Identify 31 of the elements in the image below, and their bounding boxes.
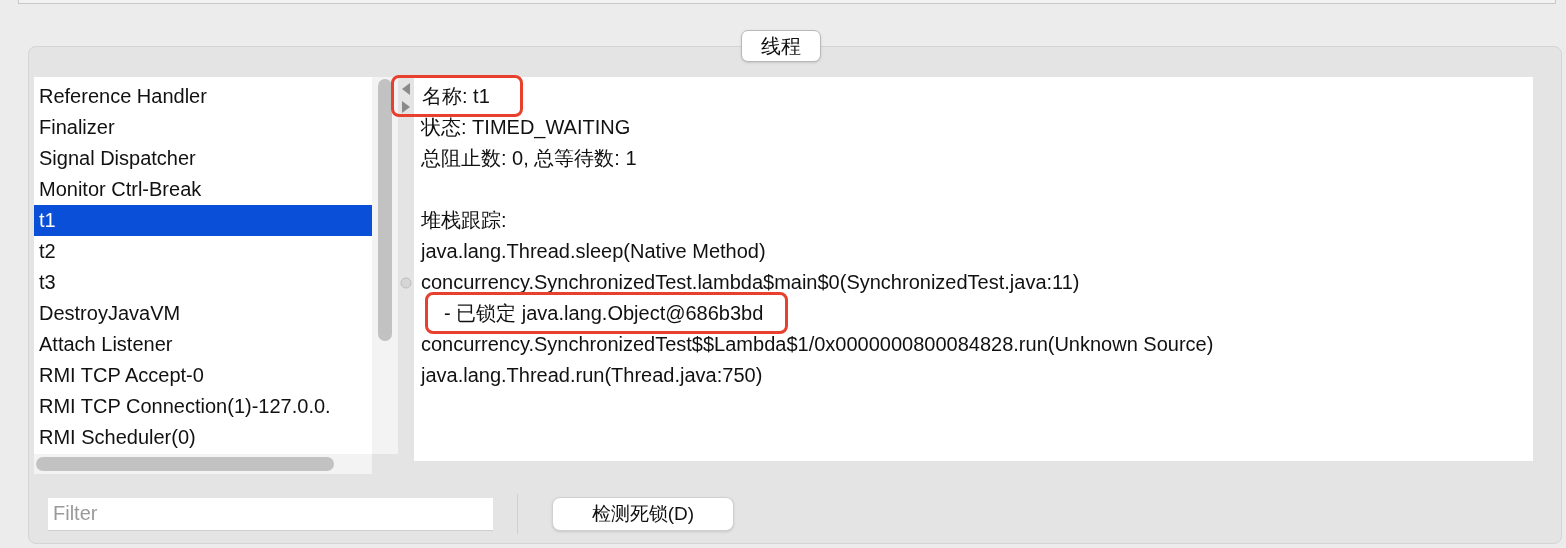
filter-field[interactable]: Filter [48,497,493,531]
thread-list-item[interactable]: RMI Scheduler(0) [34,422,372,453]
scrollbar-thumb[interactable] [36,457,334,471]
detail-text: java.lang.Thread.sleep(Native Method) [421,238,766,264]
threads-tab[interactable]: 线程 [741,30,821,62]
scrollbar-thumb[interactable] [378,79,392,341]
detail-text: concurrency.SynchronizedTest.lambda$main$0(SynchronizedTest.java:11) [421,269,1080,295]
thread-list-item[interactable]: RMI TCP Accept-0 [34,360,372,391]
thread-list-item[interactable]: Monitor Ctrl-Break [34,174,372,205]
thread-list-item[interactable]: Reference Handler [34,81,372,112]
horizontal-scrollbar[interactable] [34,454,372,474]
detect-deadlock-button[interactable]: 检测死锁(D) [552,497,734,531]
detail-text: concurrency.SynchronizedTest$$Lambda$1/0x0000000800084828.run(Unknown Source) [421,331,1214,357]
vertical-scrollbar[interactable] [372,77,398,454]
splitter-grip-icon[interactable] [400,277,412,289]
thread-list-item[interactable]: t2 [34,236,372,267]
detail-text: - 已锁定 java.lang.Object@686b3bd [444,301,764,324]
thread-list-item[interactable]: RMI TCP Connection(1)-127.0.0. [34,391,372,422]
expand-right-icon[interactable] [401,101,411,113]
detail-text: java.lang.Thread.run(Thread.java:750) [421,362,763,388]
detail-text: 总阻止数: 0, 总等待数: 1 [421,145,637,171]
thread-list-item[interactable]: t1 [34,205,372,236]
thread-list-item[interactable]: t3 [34,267,372,298]
detail-text: 堆栈跟踪: [421,207,507,233]
thread-list-item[interactable]: Finalizer [34,112,372,143]
thread-list-item[interactable]: Attach Listener [34,329,372,360]
thread-list-item[interactable]: Signal Dispatcher [34,143,372,174]
detail-text: 状态: TIMED_WAITING [421,114,631,141]
detail-text: 名称: t1 [422,84,490,107]
thread-list-item[interactable]: DestroyJavaVM [34,298,372,329]
collapse-left-icon[interactable] [401,83,411,95]
